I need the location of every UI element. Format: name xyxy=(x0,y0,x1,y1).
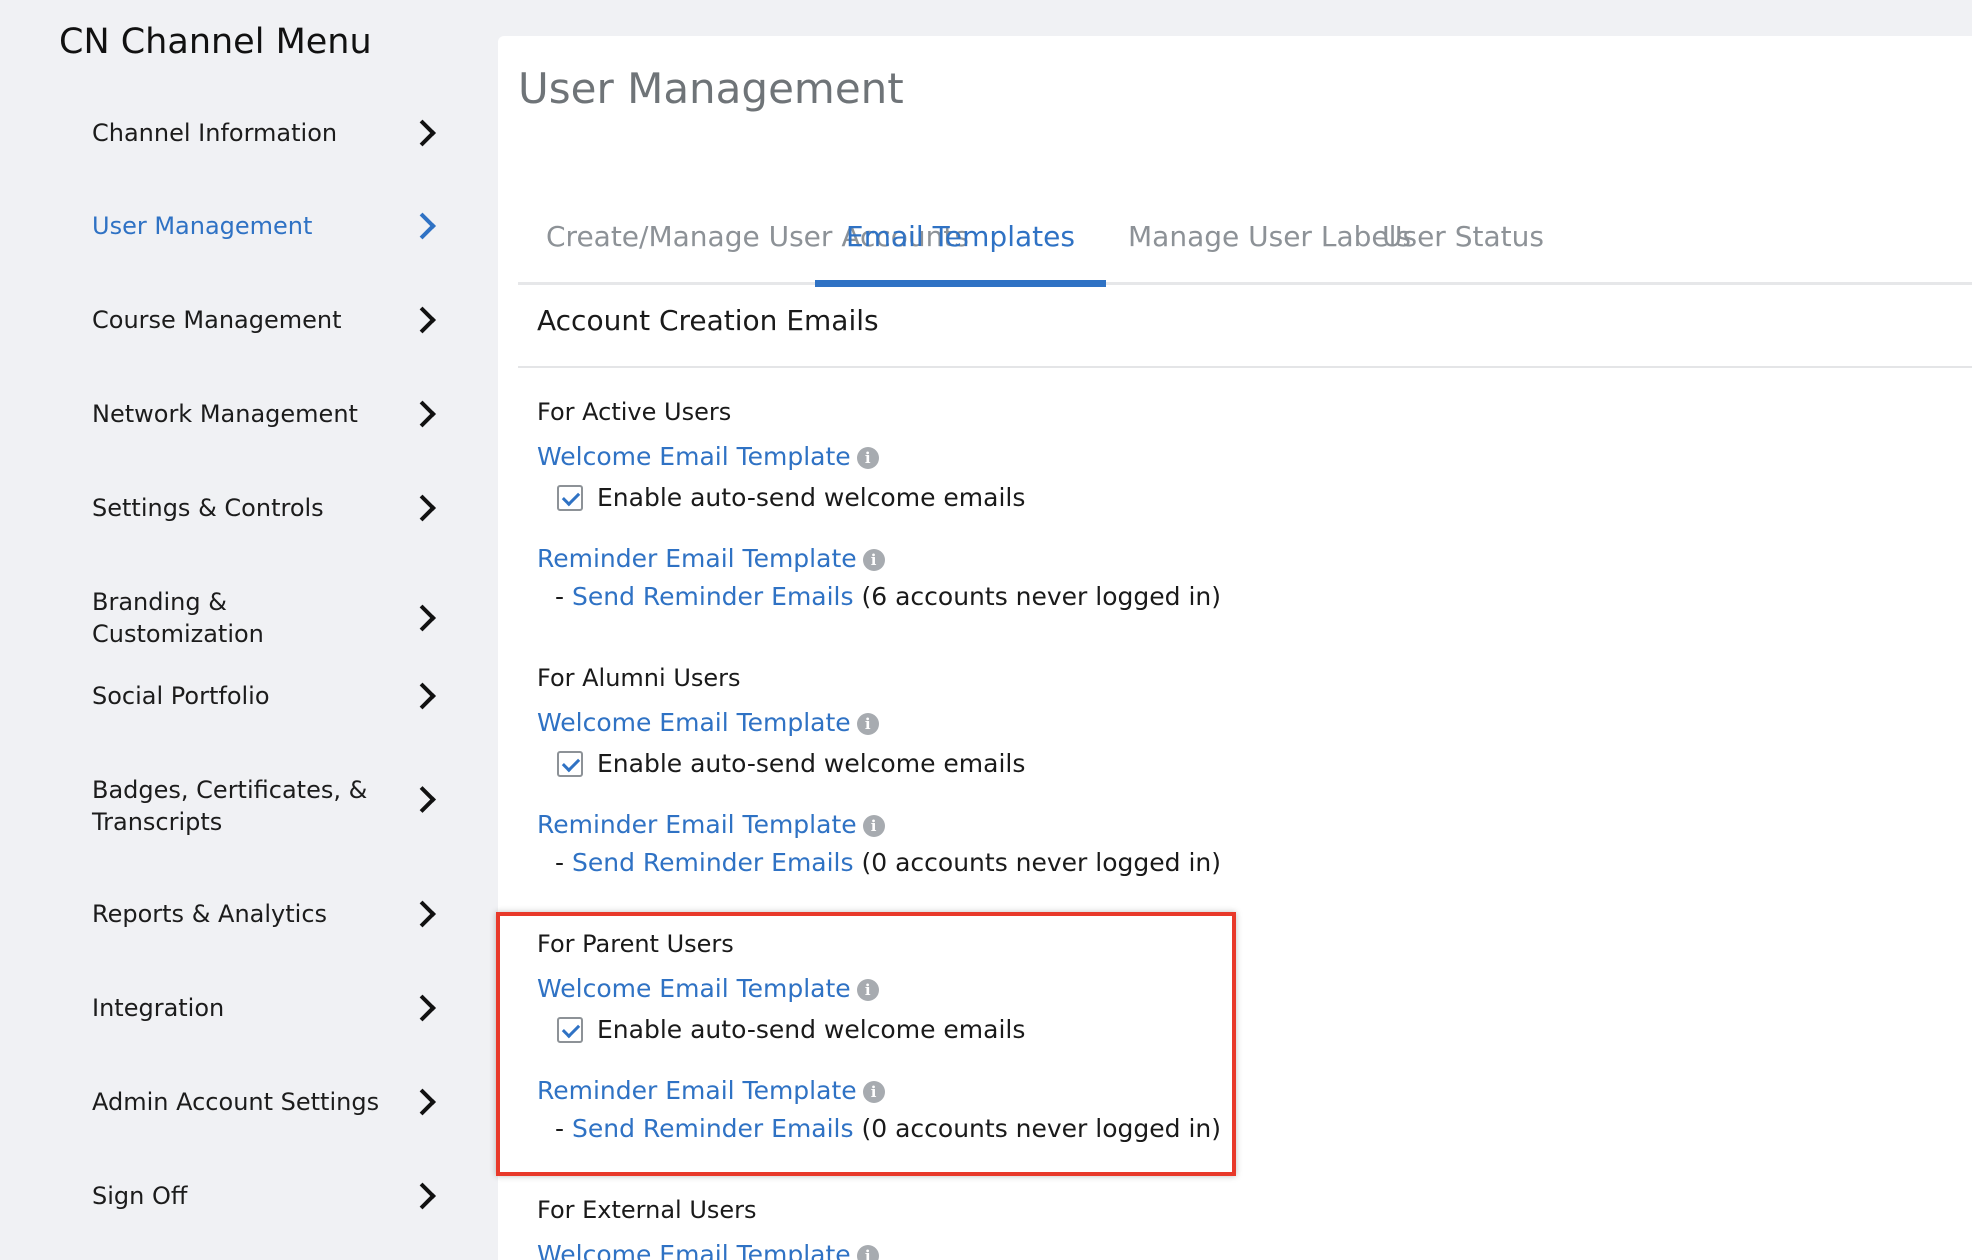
section-heading: Account Creation Emails xyxy=(537,304,879,337)
sidebar-item-label: Social Portfolio xyxy=(92,682,270,710)
email-group-active-users: For Active Users Welcome Email Template i… xyxy=(537,397,1437,627)
welcome-template-row: Welcome Email Template i xyxy=(537,973,879,1005)
sidebar-item-admin-account-settings[interactable]: Admin Account Settings xyxy=(92,1086,436,1118)
sidebar-item-branding-customization[interactable]: Branding & Customization xyxy=(92,586,436,650)
main-panel: User Management Create/Manage User Accou… xyxy=(498,36,1972,1260)
auto-send-row: Enable auto-send welcome emails xyxy=(537,483,1137,517)
sidebar-item-user-management[interactable]: User Management xyxy=(92,210,436,242)
welcome-email-template-link[interactable]: Welcome Email Template xyxy=(537,708,851,737)
reminder-template-row: Reminder Email Template i xyxy=(537,543,885,575)
chevron-right-icon xyxy=(409,786,436,813)
chevron-right-icon xyxy=(409,604,436,632)
never-logged-in-count: (0 accounts never logged in) xyxy=(861,1114,1222,1143)
sidebar-item-reports-analytics[interactable]: Reports & Analytics xyxy=(92,898,436,930)
chevron-right-icon xyxy=(409,212,436,240)
group-title: For Alumni Users xyxy=(537,664,741,692)
send-reminder-emails-link[interactable]: Send Reminder Emails xyxy=(572,848,854,877)
reminder-email-template-link[interactable]: Reminder Email Template xyxy=(537,544,857,573)
auto-send-checkbox[interactable] xyxy=(557,485,583,511)
sidebar-item-label: User Management xyxy=(92,212,313,240)
info-icon[interactable]: i xyxy=(862,549,885,571)
chevron-right-icon xyxy=(409,900,436,928)
tab-email-templates[interactable]: Email Templates xyxy=(815,174,1106,287)
send-reminder-emails-link[interactable]: Send Reminder Emails xyxy=(572,582,854,611)
sidebar-title: CN Channel Menu xyxy=(59,22,372,62)
auto-send-row: Enable auto-send welcome emails xyxy=(537,1015,1137,1049)
never-logged-in-count: (0 accounts never logged in) xyxy=(861,848,1222,877)
tab-manage-user-labels[interactable]: Manage User Labels xyxy=(1128,174,1411,282)
email-group-parent-users: For Parent Users Welcome Email Template i… xyxy=(537,929,1437,1159)
divider xyxy=(518,366,1972,368)
sidebar-item-label: Branding & Customization xyxy=(92,588,264,648)
group-title: For Active Users xyxy=(537,398,732,426)
group-title: For Parent Users xyxy=(537,930,734,958)
sidebar-item-label: Channel Information xyxy=(92,119,338,147)
auto-send-checkbox[interactable] xyxy=(557,1017,583,1043)
welcome-template-row: Welcome Email Template i xyxy=(537,707,879,739)
sidebar: CN Channel Menu Channel Information User… xyxy=(0,0,496,1260)
info-icon[interactable]: i xyxy=(862,815,885,837)
chevron-right-icon xyxy=(409,994,436,1022)
chevron-right-icon xyxy=(409,306,436,334)
sidebar-item-integration[interactable]: Integration xyxy=(92,992,436,1024)
sidebar-item-network-management[interactable]: Network Management xyxy=(92,398,436,430)
auto-send-label: Enable auto-send welcome emails xyxy=(597,749,1026,778)
never-logged-in-count: (6 accounts never logged in) xyxy=(861,582,1222,611)
welcome-email-template-link[interactable]: Welcome Email Template xyxy=(537,1240,851,1260)
sidebar-item-channel-information[interactable]: Channel Information xyxy=(92,117,436,149)
auto-send-row: Enable auto-send welcome emails xyxy=(537,749,1137,783)
send-prefix: - xyxy=(555,848,565,877)
chevron-right-icon xyxy=(409,682,436,710)
send-reminder-row: - Send Reminder Emails (6 accounts never… xyxy=(555,581,1221,613)
sidebar-item-course-management[interactable]: Course Management xyxy=(92,304,436,336)
reminder-email-template-link[interactable]: Reminder Email Template xyxy=(537,1076,857,1105)
sidebar-item-label: Sign Off xyxy=(92,1182,188,1210)
info-icon[interactable]: i xyxy=(856,447,879,469)
sidebar-item-social-portfolio[interactable]: Social Portfolio xyxy=(92,680,436,712)
chevron-right-icon xyxy=(409,1182,436,1210)
chevron-right-icon xyxy=(409,400,436,428)
auto-send-label: Enable auto-send welcome emails xyxy=(597,483,1026,512)
welcome-email-template-link[interactable]: Welcome Email Template xyxy=(537,442,851,471)
send-reminder-row: - Send Reminder Emails (0 accounts never… xyxy=(555,847,1221,879)
reminder-template-row: Reminder Email Template i xyxy=(537,809,885,841)
chevron-right-icon xyxy=(409,1088,436,1116)
welcome-template-row: Welcome Email Template i xyxy=(537,1239,879,1260)
sidebar-item-badges-certificates-transcripts[interactable]: Badges, Certificates, & Transcripts xyxy=(92,774,436,838)
sidebar-item-label: Integration xyxy=(92,994,225,1022)
sidebar-item-label: Settings & Controls xyxy=(92,494,324,522)
chevron-right-icon xyxy=(409,494,436,522)
email-group-alumni-users: For Alumni Users Welcome Email Template i… xyxy=(537,663,1437,893)
info-icon[interactable]: i xyxy=(856,713,879,735)
sidebar-item-label: Network Management xyxy=(92,400,358,428)
email-group-external-users: For External Users Welcome Email Templat… xyxy=(537,1195,1437,1260)
reminder-template-row: Reminder Email Template i xyxy=(537,1075,885,1107)
welcome-template-row: Welcome Email Template i xyxy=(537,441,879,473)
auto-send-checkbox[interactable] xyxy=(557,751,583,777)
sidebar-item-sign-off[interactable]: Sign Off xyxy=(92,1180,436,1212)
info-icon[interactable]: i xyxy=(856,979,879,1001)
page-title: User Management xyxy=(518,64,904,113)
tab-user-status[interactable]: User Status xyxy=(1382,174,1544,282)
send-reminder-emails-link[interactable]: Send Reminder Emails xyxy=(572,1114,854,1143)
chevron-right-icon xyxy=(409,119,436,147)
tab-bar: Create/Manage User Accounts Email Templa… xyxy=(518,174,1972,287)
reminder-email-template-link[interactable]: Reminder Email Template xyxy=(537,810,857,839)
sidebar-item-label: Course Management xyxy=(92,306,342,334)
sidebar-item-label: Badges, Certificates, & Transcripts xyxy=(92,776,368,836)
info-icon[interactable]: i xyxy=(856,1245,879,1260)
auto-send-label: Enable auto-send welcome emails xyxy=(597,1015,1026,1044)
group-title: For External Users xyxy=(537,1196,757,1224)
send-prefix: - xyxy=(555,582,565,611)
sidebar-item-label: Admin Account Settings xyxy=(92,1088,380,1116)
sidebar-item-settings-controls[interactable]: Settings & Controls xyxy=(92,492,436,524)
sidebar-item-label: Reports & Analytics xyxy=(92,900,328,928)
send-reminder-row: - Send Reminder Emails (0 accounts never… xyxy=(555,1113,1221,1145)
info-icon[interactable]: i xyxy=(862,1081,885,1103)
welcome-email-template-link[interactable]: Welcome Email Template xyxy=(537,974,851,1003)
send-prefix: - xyxy=(555,1114,565,1143)
